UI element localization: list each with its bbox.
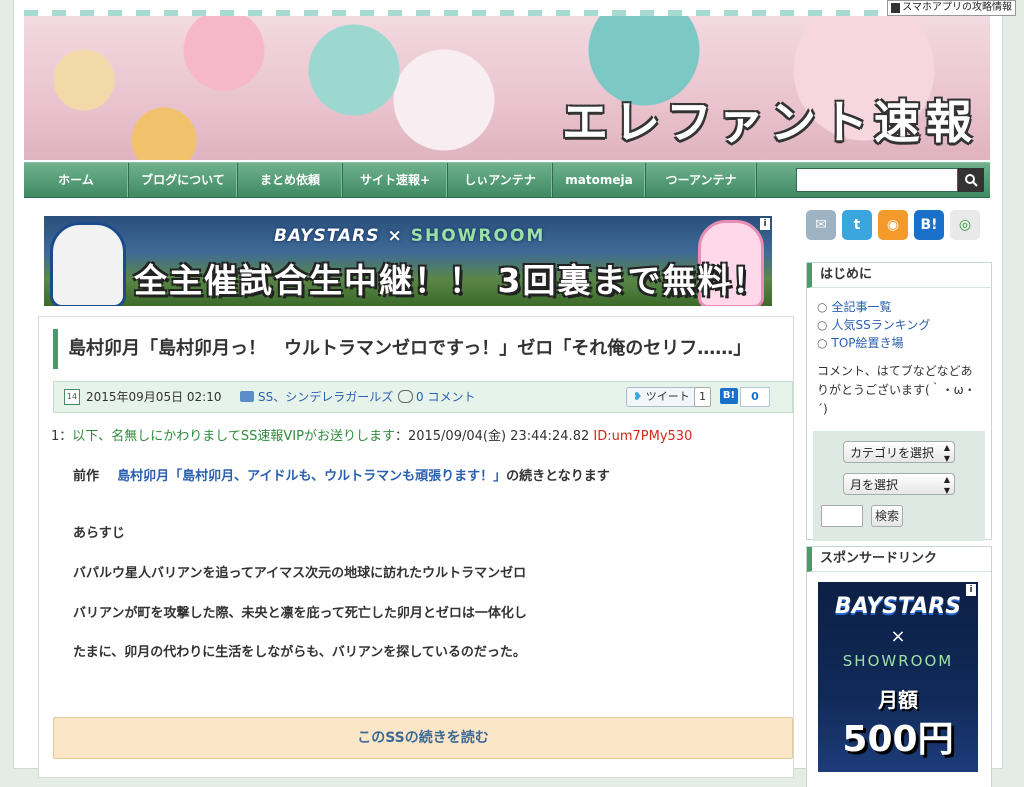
prev-work-line: 前作 島村卯月「島村卯月、アイドルも、ウルトラマンも頑張ります！」の続きとなりま… [73, 465, 610, 484]
nav-search [796, 168, 984, 192]
article: 島村卯月「島村卯月っ！ ウルトラマンゼロですっ！」ゼロ「それ俺のセリフ……」 1… [38, 316, 794, 778]
ad-mascot-left [50, 222, 126, 306]
prev-work-label: 前作 [73, 469, 100, 484]
sidebar-search-button[interactable]: 検索 [871, 505, 903, 527]
sidebar-ad[interactable]: BAYSTARS × SHOWROOM 月額 500円 i [818, 582, 978, 772]
side-ad-monthly: 月額 [878, 688, 918, 712]
search-icon [965, 174, 978, 187]
ad-info-icon[interactable]: i [966, 584, 976, 596]
tweet-count: 1 [694, 387, 711, 407]
month-select-value: 月を選択 [850, 478, 899, 492]
search-input[interactable] [796, 168, 958, 192]
ad-brand: BAYSTARS × SHOWROOM [274, 226, 545, 246]
synopsis-label: あらすじ [73, 526, 125, 541]
ad-brand-x: × [387, 226, 403, 246]
side-ad-showroom: SHOWROOM [842, 652, 954, 670]
prev-work-suffix: の続きとなります [506, 469, 610, 484]
hatena-bookmark-button[interactable]: B! [720, 388, 738, 404]
top-banner-ad[interactable]: BAYSTARS × SHOWROOM 全主催試合生中継！！ 3回裏まで無料！ i [44, 216, 772, 306]
site-header-banner[interactable]: エレファント速報 [24, 10, 990, 160]
res-number: 1： [51, 429, 73, 444]
select-arrows-icon: ▲ ▼ [943, 475, 950, 495]
link-label: 全記事一覧 [831, 300, 892, 314]
nav-item-home[interactable]: ホーム [24, 163, 129, 197]
tweet-button[interactable]: ❥ ツイート [626, 387, 697, 407]
rss-icon[interactable]: ◉ [878, 210, 908, 240]
nav-item-tsuu-antenna[interactable]: つーアンテナ [646, 163, 757, 197]
twitter-bird-icon: ❥ [633, 390, 643, 403]
month-select[interactable]: 月を選択 ▲ ▼ [843, 473, 955, 495]
global-nav: ホーム ブログについて まとめ依頼 サイト速報+ しぃアンテナ matomeja… [24, 162, 990, 198]
post-date: 2015年09月05日 02:10 [86, 390, 222, 404]
continue-reading-button[interactable]: このSSの続きを読む [53, 717, 793, 759]
folder-icon [240, 391, 254, 402]
post-meta: 14 2015年09月05日 02:10 SS、シンデレラガールズ 0 コメント… [53, 381, 793, 413]
comment-count-link[interactable]: 0 コメント [416, 382, 475, 412]
social-icons: ✉ t ◉ B! ◎ [806, 210, 980, 240]
side-ad-x: × [890, 626, 906, 647]
post-title[interactable]: 島村卯月「島村卯月っ！ ウルトラマンゼロですっ！」ゼロ「それ俺のセリフ……」 [53, 329, 794, 369]
nav-item-request[interactable]: まとめ依頼 [238, 163, 343, 197]
ad-brand-right: SHOWROOM [410, 226, 546, 246]
hatena-bookmark-count[interactable]: 0 [740, 387, 770, 407]
res-date: ：2015/09/04(金) 23:44:24.82 [394, 429, 590, 444]
chrome-icon[interactable]: ◎ [950, 210, 980, 240]
tweet-label: ツイート [645, 390, 690, 403]
intro-links: ○ 全記事一覧 ○ 人気SSランキング ○ TOP絵置き場 [817, 298, 991, 352]
link-top-illust[interactable]: ○ TOP絵置き場 [817, 334, 991, 352]
hatena-bookmark-icon[interactable]: B! [914, 210, 944, 240]
ad-headline: 全主催試合生中継！！ 3回裏まで無料！ [134, 261, 768, 300]
prev-work-link[interactable]: 島村卯月「島村卯月、アイドルも、ウルトラマンも頑張ります！」 [117, 469, 506, 484]
search-button[interactable] [958, 168, 984, 192]
twitter-icon[interactable]: t [842, 210, 872, 240]
ad-info-icon[interactable]: i [760, 218, 770, 230]
select-arrows-icon: ▲ ▼ [943, 443, 950, 463]
nav-item-site-sokuhou[interactable]: サイト速報+ [343, 163, 448, 197]
category-select-value: カテゴリを選択 [850, 446, 935, 460]
site-title[interactable]: エレファント速報 [562, 86, 978, 152]
sidebar-search-input[interactable] [821, 505, 863, 527]
intro-widget-title: はじめに [807, 263, 991, 288]
body-line: バリアンが町を攻撃した際、未央と凛を庇って死亡した卯月とゼロは一体化し [73, 606, 527, 621]
side-ad-brand: BAYSTARS [834, 594, 962, 619]
page-container: エレファント速報 ホーム ブログについて まとめ依頼 サイト速報+ しぃアンテナ… [14, 0, 1002, 787]
calendar-icon: 14 [64, 389, 80, 405]
link-all-articles[interactable]: ○ 全記事一覧 [817, 298, 991, 316]
res-author: 以下、名無しにかわりましてSS速報VIPがお送りします [72, 429, 395, 444]
smartphone-app-tag-label: スマホアプリの攻略情報 [902, 2, 1012, 13]
mail-icon[interactable]: ✉ [806, 210, 836, 240]
post-categories[interactable]: SS、シンデレラガールズ [258, 382, 393, 412]
nav-item-shii-antenna[interactable]: しぃアンテナ [448, 163, 553, 197]
sponsor-widget-title: スポンサードリンク [807, 547, 991, 572]
category-select[interactable]: カテゴリを選択 ▲ ▼ [843, 441, 955, 463]
ad-brand-left: BAYSTARS [274, 226, 380, 246]
body-line: たまに、卯月の代わりに生活をしながらも、バリアンを探しているのだった。 [73, 645, 526, 660]
nav-item-matomeja[interactable]: matomeja [553, 163, 646, 197]
nav-item-about[interactable]: ブログについて [129, 163, 238, 197]
link-label: 人気SSランキング [831, 318, 931, 332]
side-ad-price: 500円 [842, 719, 954, 760]
smartphone-app-tag[interactable]: スマホアプリの攻略情報 [887, 0, 1016, 16]
intro-widget: はじめに ○ 全記事一覧 ○ 人気SSランキング ○ TOP絵置き場 コメント、はてブ… [806, 262, 992, 541]
banner-stripe [24, 10, 990, 16]
archive-form: カテゴリを選択 ▲ ▼ 月を選択 ▲ ▼ 検索 [813, 431, 985, 541]
intro-description: コメント、はてブなどなどありがとうございます(｀・ω・´) [817, 364, 976, 416]
body-line: バパルウ星人バリアンを追ってアイマス次元の地球に訪れたウルトラマンゼロ [73, 566, 527, 581]
res-header: 1：以下、名無しにかわりましてSS速報VIPがお送りします：2015/09/04… [51, 425, 692, 444]
res-id: ID:um7PMy530 [593, 429, 693, 444]
link-ss-ranking[interactable]: ○ 人気SSランキング [817, 316, 991, 334]
link-label: TOP絵置き場 [831, 336, 904, 350]
qr-icon [891, 3, 901, 13]
comment-icon [398, 390, 413, 403]
